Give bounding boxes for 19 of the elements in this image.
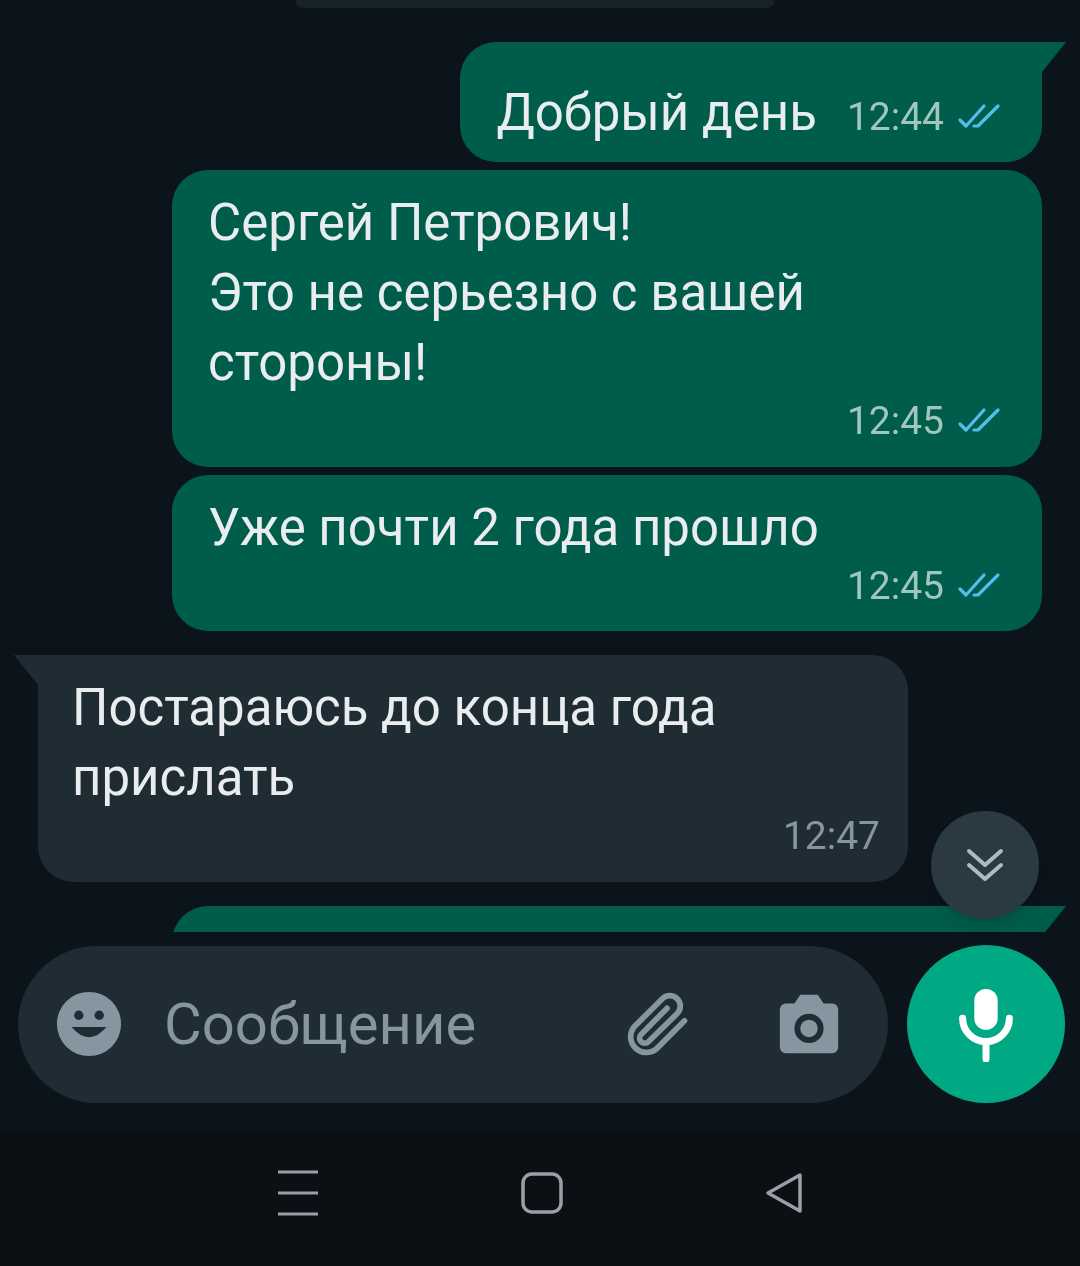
message-time: 12:47 [782,812,880,861]
message-input-bar[interactable]: Сообщение [18,945,888,1103]
message-text: Сергей Петрович! Это не серьезно с вашей стороны! [208,192,806,394]
message-time: 12:45 [846,561,944,611]
home-icon[interactable] [520,1171,564,1215]
emoji-icon[interactable] [54,989,124,1059]
received-message-bubble[interactable]: Постараюсь до конца года прислать 12:47 [38,655,908,882]
sent-message-bubble[interactable]: Сергей Петрович! Это не серьезно с вашей стороны! 12:45 [172,170,1042,467]
message-time: 12:45 [846,397,944,446]
microphone-icon [956,986,1016,1062]
message-input[interactable]: Сообщение [164,980,584,1068]
message-time: 12:44 [846,92,944,142]
menu-icon[interactable] [276,1168,320,1218]
message-text: Добрый день [496,82,817,144]
sent-message-bubble[interactable]: Добрый день 12:44 [460,42,1042,162]
back-icon[interactable] [764,1171,804,1215]
message-text: Постараюсь до конца года прислать [72,677,718,809]
sent-message-bubble[interactable]: Уже почти 2 года прошло 12:45 [172,474,1042,631]
message-text: Уже почти 2 года прошло [208,496,819,559]
